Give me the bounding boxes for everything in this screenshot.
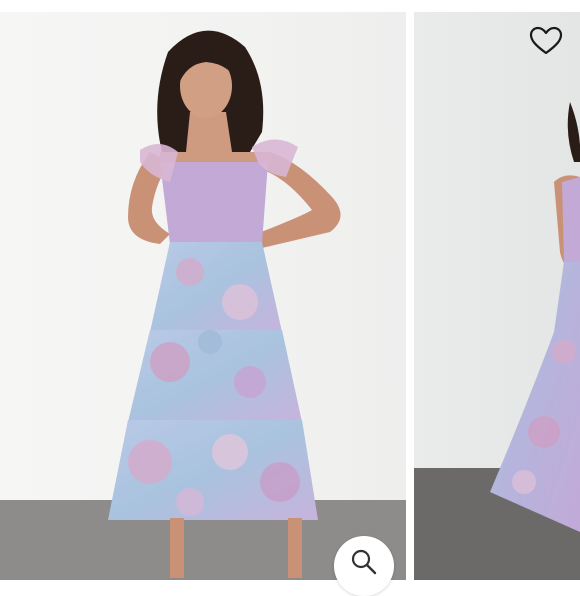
- model-figure: [490, 102, 580, 532]
- product-photo-main[interactable]: [0, 12, 406, 580]
- product-image-gallery: Add to wishlist Zoom image: [0, 0, 580, 596]
- heart-icon: [529, 26, 563, 55]
- product-photo-secondary[interactable]: [414, 12, 580, 580]
- magnifier-icon: [351, 549, 377, 575]
- zoom-button[interactable]: Zoom image: [334, 536, 394, 596]
- model-figure: [108, 30, 341, 578]
- wishlist-button[interactable]: Add to wishlist: [526, 22, 566, 60]
